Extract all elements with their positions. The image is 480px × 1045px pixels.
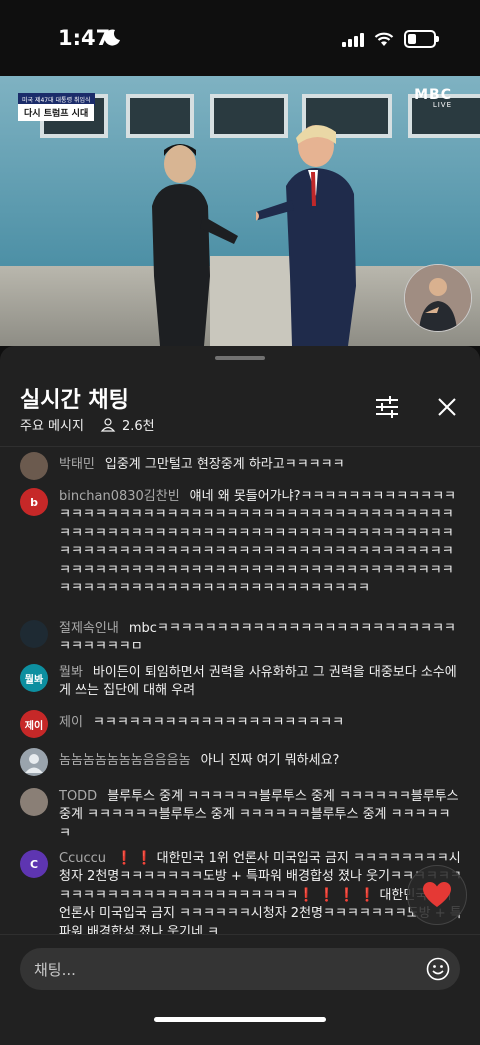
chat-message-list[interactable]: 박태민 입중계 그만털고 현장중계 하라고ㅋㅋㅋㅋㅋ b binchan0830김… [0,446,480,934]
chat-subtitle: 주요 메시지 2.6천 [20,415,155,434]
avatar [20,620,48,648]
message-body: 제이 ㅋㅋㅋㅋㅋㅋㅋㅋㅋㅋㅋㅋㅋㅋㅋㅋㅋㅋㅋㅋㅋ [59,714,462,732]
live-chat-panel: 실시간 채팅 주요 메시지 2.6천 박태민 입중계 그만털고 현장중계 하라고ㅋ… [0,346,480,1045]
message-text: ❗ ❗ 대한민국 1위 언론사 미국입국 금지 ㅋㅋㅋㅋㅋㅋㅋㅋ시청자 2천명ㅋ… [59,851,462,934]
message-author: 절제속인내 [59,621,119,636]
message-text: ㅋㅋㅋㅋㅋㅋㅋㅋㅋㅋㅋㅋㅋㅋㅋㅋㅋㅋㅋㅋㅋ [92,715,345,730]
avatar: 제이 [20,710,48,738]
status-time: 1:47 [58,26,111,50]
close-icon[interactable] [434,394,460,420]
message-body: binchan0830김찬빈 얘네 왜 못들어가냐?ㅋㅋㅋㅋㅋㅋㅋㅋㅋㅋㅋㅋㅋㅋㅋ… [59,488,462,616]
message-author: 박태민 [59,457,95,472]
message-body: 놈놈놈놈놈놈놈음음음놈 아니 진짜 여기 뭐하세요? [59,752,462,770]
video-caption-main: 다시 트럼프 시대 [18,104,95,121]
video-window [126,94,194,138]
avatar: 뭘봐 [20,664,48,692]
avatar [20,748,48,776]
message-author: TODD [59,789,98,804]
filter-sliders-icon[interactable] [372,394,402,420]
avatar: C [20,850,48,878]
default-avatar-icon [25,754,43,773]
chat-input[interactable]: 채팅... [20,948,460,990]
person-icon [100,417,116,432]
top-messages-label[interactable]: 주요 메시지 [20,415,84,434]
message-body: 절제속인내 mbcㅋㅋㅋㅋㅋㅋㅋㅋㅋㅋㅋㅋㅋㅋㅋㅋㅋㅋㅋㅋㅋㅋㅋㅋㅋㅋㅋㅋㅋㅋㅋㅁ [59,620,462,657]
viewer-count: 2.6천 [100,415,155,434]
message-author: 뭘봐 [59,665,83,680]
message-body: Ccuccu ❗ ❗ 대한민국 1위 언론사 미국입국 금지 ㅋㅋㅋㅋㅋㅋㅋㅋ시청… [59,850,462,934]
system-icons [342,30,439,48]
drag-handle[interactable] [215,356,265,360]
message-author: Ccuccu [59,851,106,866]
wifi-icon [374,32,394,46]
battery-icon [404,30,439,48]
chat-input-bar: 채팅... [0,934,480,1045]
message-text: 입중계 그만털고 현장중계 하라고ㅋㅋㅋㅋㅋ [104,457,345,472]
chat-title: 실시간 채팅 [20,388,129,413]
message-author: 제이 [59,715,83,730]
message-author: 놈놈놈놈놈놈놈음음음놈 [59,753,191,768]
avatar [20,452,48,480]
message-text: 얘네 왜 못들어가냐?ㅋㅋㅋㅋㅋㅋㅋㅋㅋㅋㅋㅋㅋㅋㅋㅋㅋㅋㅋㅋㅋㅋㅋㅋㅋㅋㅋㅋㅋ… [59,489,456,597]
message-text: 블루투스 중계 ㅋㅋㅋㅋㅋㅋ블루투스 중계 ㅋㅋㅋㅋㅋㅋ블루투스 중계 ㅋㅋㅋㅋ… [59,789,459,841]
broadcaster-logo: MBC LIVE [414,87,452,109]
message-body: 뭘봐 바이든이 퇴임하면서 권력을 사유화하고 그 권력을 대중보다 소수에게 쓰… [59,664,462,701]
heart-icon [423,882,451,907]
message-body: 박태민 입중계 그만털고 현장중계 하라고ㅋㅋㅋㅋㅋ [59,456,462,474]
emoji-smile-icon[interactable] [426,957,450,981]
reaction-heart-button[interactable] [407,865,467,925]
moon-icon [104,29,120,46]
cellular-signal-icon [342,31,364,47]
sign-language-interpreter [404,264,472,332]
message-author: binchan0830김찬빈 [59,489,180,504]
avatar [20,788,48,816]
status-bar: 1:47 [0,0,480,76]
person-right-figure [256,125,356,346]
person-left-figure [152,144,238,346]
chat-input-placeholder: 채팅... [34,961,76,979]
message-text: 바이든이 퇴임하면서 권력을 사유화하고 그 권력을 대중보다 소수에게 쓰는 … [59,665,457,699]
home-indicator[interactable] [154,1017,326,1022]
message-text: 아니 진짜 여기 뭐하세요? [200,753,340,768]
avatar: b [20,488,48,516]
message-body: TODD 블루투스 중계 ㅋㅋㅋㅋㅋㅋ블루투스 중계 ㅋㅋㅋㅋㅋㅋ블루투스 중계 … [59,788,462,843]
video-player[interactable]: 미국 제47대 대통령 취임식 다시 트럼프 시대 MBC LIVE [0,76,480,346]
